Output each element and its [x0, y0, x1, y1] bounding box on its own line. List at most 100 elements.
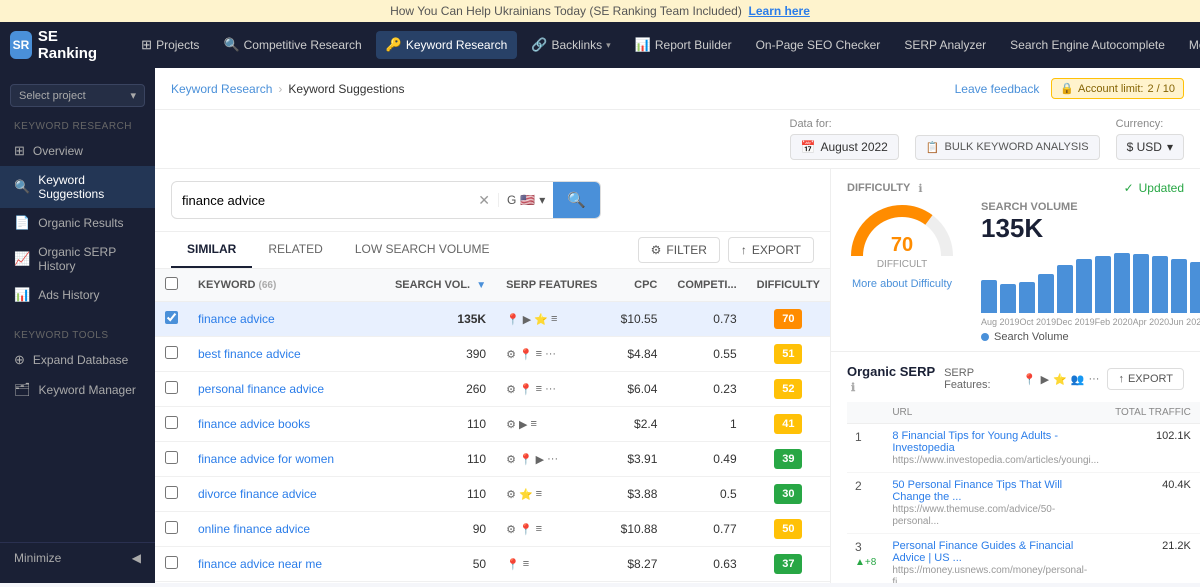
sidebar-section-keyword-research: KEYWORD RESEARCH: [0, 113, 155, 136]
breadcrumb: Keyword Research › Keyword Suggestions: [171, 82, 404, 96]
row-vol-1: 390: [385, 337, 496, 372]
search-engine-selector[interactable]: G 🇺🇸 ▾: [498, 193, 553, 207]
keyword-link-4[interactable]: finance advice for women: [198, 452, 334, 466]
search-clear-icon[interactable]: ✕: [470, 192, 498, 209]
nav-item-serp-analyzer[interactable]: SERP Analyzer: [894, 32, 996, 58]
nav-item-autocomplete[interactable]: Search Engine Autocomplete: [1000, 32, 1175, 58]
organic-url-text-0: https://www.investopedia.com/articles/yo…: [892, 455, 1099, 466]
row-checkbox-5[interactable]: [165, 486, 178, 499]
organic-url-text-1: https://www.themuse.com/advice/50-person…: [892, 504, 1055, 527]
row-vol-2: 260: [385, 372, 496, 407]
organic-results-icon: 📄: [14, 215, 30, 231]
sidebar-item-keyword-manager[interactable]: 🗂 Keyword Manager: [0, 375, 155, 405]
serp-feat-location: 📍: [1023, 373, 1037, 386]
banner-link[interactable]: Learn here: [749, 4, 810, 18]
serp-icon-2-3: ···: [545, 383, 556, 395]
organic-header-row: URL TOTAL TRAFFIC TOTAL TRAFFIC COST KEY…: [847, 402, 1200, 424]
organic-title-link-2[interactable]: Personal Finance Guides & Financial Advi…: [892, 540, 1099, 564]
nav-item-keyword-research[interactable]: 🔑 Keyword Research: [376, 31, 518, 59]
keyword-link-5[interactable]: divorce finance advice: [198, 487, 317, 501]
row-checkbox-3[interactable]: [165, 416, 178, 429]
breadcrumb-bar: Keyword Research › Keyword Suggestions L…: [155, 68, 1200, 110]
sidebar-item-organic-results[interactable]: 📄 Organic Results: [0, 208, 155, 238]
row-checkbox-2[interactable]: [165, 381, 178, 394]
row-checkbox-cell-1: [155, 337, 188, 372]
sidebar-minimize[interactable]: Minimize ◀: [0, 542, 155, 573]
keyword-link-3[interactable]: finance advice books: [198, 417, 310, 431]
bulk-keyword-analysis-btn[interactable]: 📋 BULK KEYWORD ANALYSIS: [915, 135, 1100, 160]
row-comp-8: 0.4: [667, 582, 746, 584]
sidebar-item-keyword-suggestions[interactable]: 🔍 Keyword Suggestions: [0, 166, 155, 208]
serp-feat-star: ⭐: [1053, 373, 1067, 386]
more-difficulty-link[interactable]: More about Difficulty: [852, 278, 952, 290]
row-vol-3: 110: [385, 407, 496, 442]
logo[interactable]: SR SE Ranking: [10, 28, 103, 62]
th-competition[interactable]: COMPETI...: [667, 269, 746, 302]
row-checkbox-cell-6: [155, 512, 188, 547]
feedback-link[interactable]: Leave feedback: [955, 82, 1040, 96]
organic-rank-1: 2: [847, 473, 884, 534]
row-checkbox-6[interactable]: [165, 521, 178, 534]
organic-title-link-0[interactable]: 8 Financial Tips for Young Adults - Inve…: [892, 430, 1099, 454]
checkmark-icon: ✓: [1124, 181, 1134, 195]
sidebar-item-overview[interactable]: ⊞ Overview: [0, 136, 155, 166]
table-header-row: KEYWORD (66) SEARCH VOL. ▼ SERP FEATURES…: [155, 269, 830, 302]
table-row: finance advice for women 110 ⚙📍▶··· $3.9…: [155, 442, 830, 477]
th-keyword[interactable]: KEYWORD (66): [188, 269, 385, 302]
nav-item-backlinks[interactable]: 🔗 Backlinks ▾: [521, 31, 620, 59]
filter-button[interactable]: ⚙ FILTER: [638, 237, 720, 263]
chart-bar-2: [1019, 282, 1035, 313]
serp-icon-0-2: ⭐: [534, 313, 548, 326]
nav-item-projects[interactable]: ⊞ Projects: [131, 31, 209, 59]
chart-x-labels: Aug 2019Oct 2019Dec 2019Feb 2020Apr 2020…: [981, 317, 1200, 327]
sidebar-item-expand-database[interactable]: ⊕ Expand Database: [0, 345, 155, 375]
currency-select[interactable]: $ USD ▾: [1116, 134, 1184, 160]
logo-text: SE Ranking: [38, 28, 103, 62]
row-keyword-4: finance advice for women: [188, 442, 385, 477]
row-checkbox-1[interactable]: [165, 346, 178, 359]
export-button[interactable]: ↑ EXPORT: [728, 237, 814, 263]
nav-item-report-builder[interactable]: 📊 Report Builder: [625, 31, 742, 59]
th-cpc[interactable]: CPC: [607, 269, 667, 302]
th-difficulty[interactable]: DIFFICULTY: [747, 269, 830, 302]
keyword-link-6[interactable]: online finance advice: [198, 522, 310, 536]
nav-item-on-page[interactable]: On-Page SEO Checker: [746, 32, 891, 58]
row-serp-4: ⚙📍▶···: [496, 442, 607, 477]
row-checkbox-0[interactable]: [165, 311, 178, 324]
keyword-link-7[interactable]: finance advice near me: [198, 557, 322, 571]
row-checkbox-4[interactable]: [165, 451, 178, 464]
nav-item-competitive[interactable]: 🔍 Competitive Research: [213, 31, 371, 59]
select-all-checkbox[interactable]: [165, 277, 178, 290]
google-icon: G: [507, 193, 516, 207]
breadcrumb-parent[interactable]: Keyword Research: [171, 82, 272, 96]
currency-group: Currency: $ USD ▾: [1116, 118, 1184, 160]
th-rank: [847, 402, 884, 424]
tab-low-search-volume[interactable]: LOW SEARCH VOLUME: [339, 232, 506, 268]
sidebar-item-organic-serp-history[interactable]: 📈 Organic SERP History: [0, 238, 155, 280]
organic-title-link-1[interactable]: 50 Personal Finance Tips That Will Chang…: [892, 479, 1099, 503]
search-button[interactable]: 🔍: [553, 182, 600, 218]
sidebar-item-ads-history[interactable]: 📊 Ads History: [0, 280, 155, 310]
logo-icon: SR: [10, 31, 32, 59]
serp-export-button[interactable]: ↑ EXPORT: [1107, 368, 1184, 390]
gauge-container: 70 DIFFICULT More about Difficulty: [847, 201, 957, 290]
search-input[interactable]: [172, 186, 470, 215]
organic-traffic-1: 40.4K: [1107, 473, 1199, 534]
content-area: Keyword Research › Keyword Suggestions L…: [155, 68, 1200, 583]
keyword-suggestions-icon: 🔍: [14, 179, 30, 195]
row-checkbox-7[interactable]: [165, 556, 178, 569]
tab-related[interactable]: RELATED: [252, 232, 338, 268]
tab-similar[interactable]: SIMILAR: [171, 232, 252, 268]
nav-item-more[interactable]: More ▾: [1179, 32, 1200, 58]
row-cpc-2: $6.04: [607, 372, 667, 407]
th-search-vol[interactable]: SEARCH VOL. ▼: [385, 269, 496, 302]
data-for-date[interactable]: 📅 August 2022: [790, 134, 899, 160]
serp-feat-more: ···: [1088, 373, 1099, 386]
keyword-link-0[interactable]: finance advice: [198, 312, 275, 326]
row-cpc-8: $7.59: [607, 582, 667, 584]
keyword-link-2[interactable]: personal finance advice: [198, 382, 324, 396]
th-serp-features[interactable]: SERP FEATURES: [496, 269, 607, 302]
keyword-link-1[interactable]: best finance advice: [198, 347, 301, 361]
project-select[interactable]: Select project ▾: [10, 84, 145, 107]
row-keyword-8: small business financing advice: [188, 582, 385, 584]
